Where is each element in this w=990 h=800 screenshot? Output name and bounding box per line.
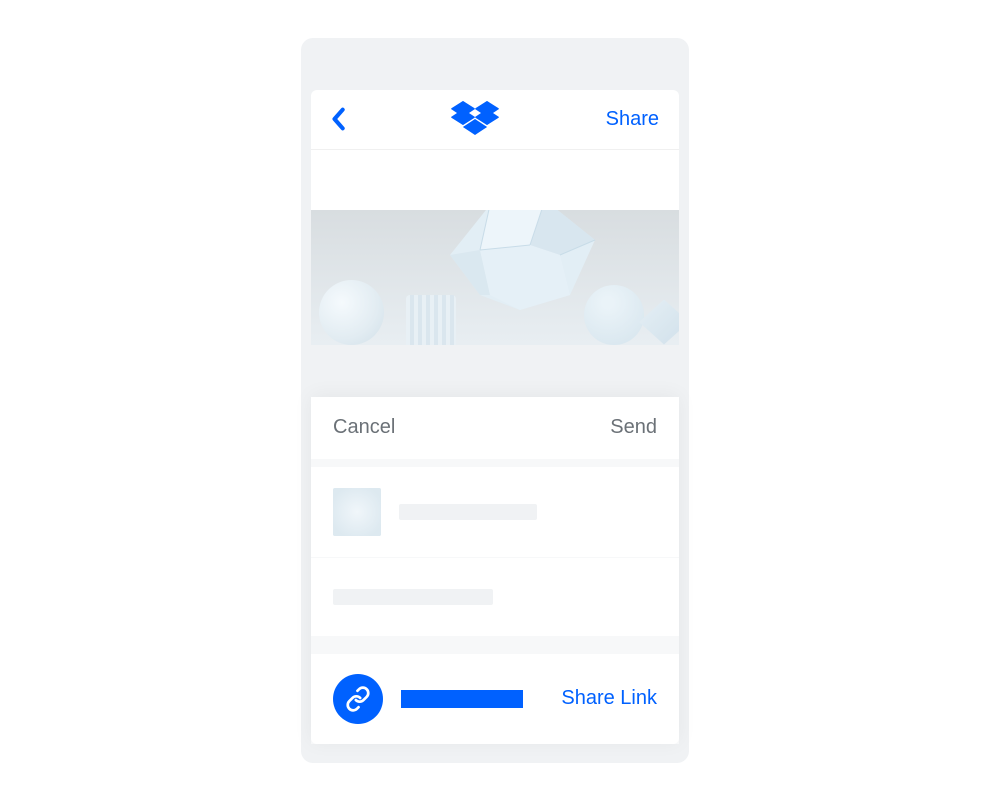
share-sheet: Cancel Send (311, 397, 679, 744)
share-link-row: Share Link (311, 654, 679, 744)
app-container: Share (311, 90, 679, 795)
device-frame: Share (301, 38, 689, 763)
chevron-left-icon (331, 107, 345, 131)
dropbox-icon (451, 99, 499, 139)
send-button[interactable]: Send (610, 416, 657, 439)
decorative-geo (639, 300, 679, 345)
dropbox-logo (451, 99, 499, 139)
main-header: Share (311, 90, 679, 150)
file-name-placeholder (399, 504, 537, 520)
recipient-placeholder (333, 589, 493, 605)
share-link-button[interactable]: Share Link (561, 687, 657, 710)
content-preview (311, 150, 679, 345)
back-button[interactable] (331, 107, 345, 131)
file-thumbnail (333, 488, 381, 536)
decorative-crystal (440, 210, 600, 325)
link-url-placeholder (401, 690, 523, 708)
link-icon-circle (333, 674, 383, 724)
cancel-button[interactable]: Cancel (333, 416, 395, 439)
share-button[interactable]: Share (606, 108, 659, 131)
link-icon (345, 686, 371, 712)
recipient-input-row[interactable] (311, 558, 679, 636)
file-item-row (311, 467, 679, 557)
file-preview-image (311, 210, 679, 345)
decorative-mesh-sphere (584, 285, 644, 345)
spacer (311, 636, 679, 654)
share-sheet-header: Cancel Send (311, 397, 679, 459)
decorative-sphere (319, 280, 384, 345)
